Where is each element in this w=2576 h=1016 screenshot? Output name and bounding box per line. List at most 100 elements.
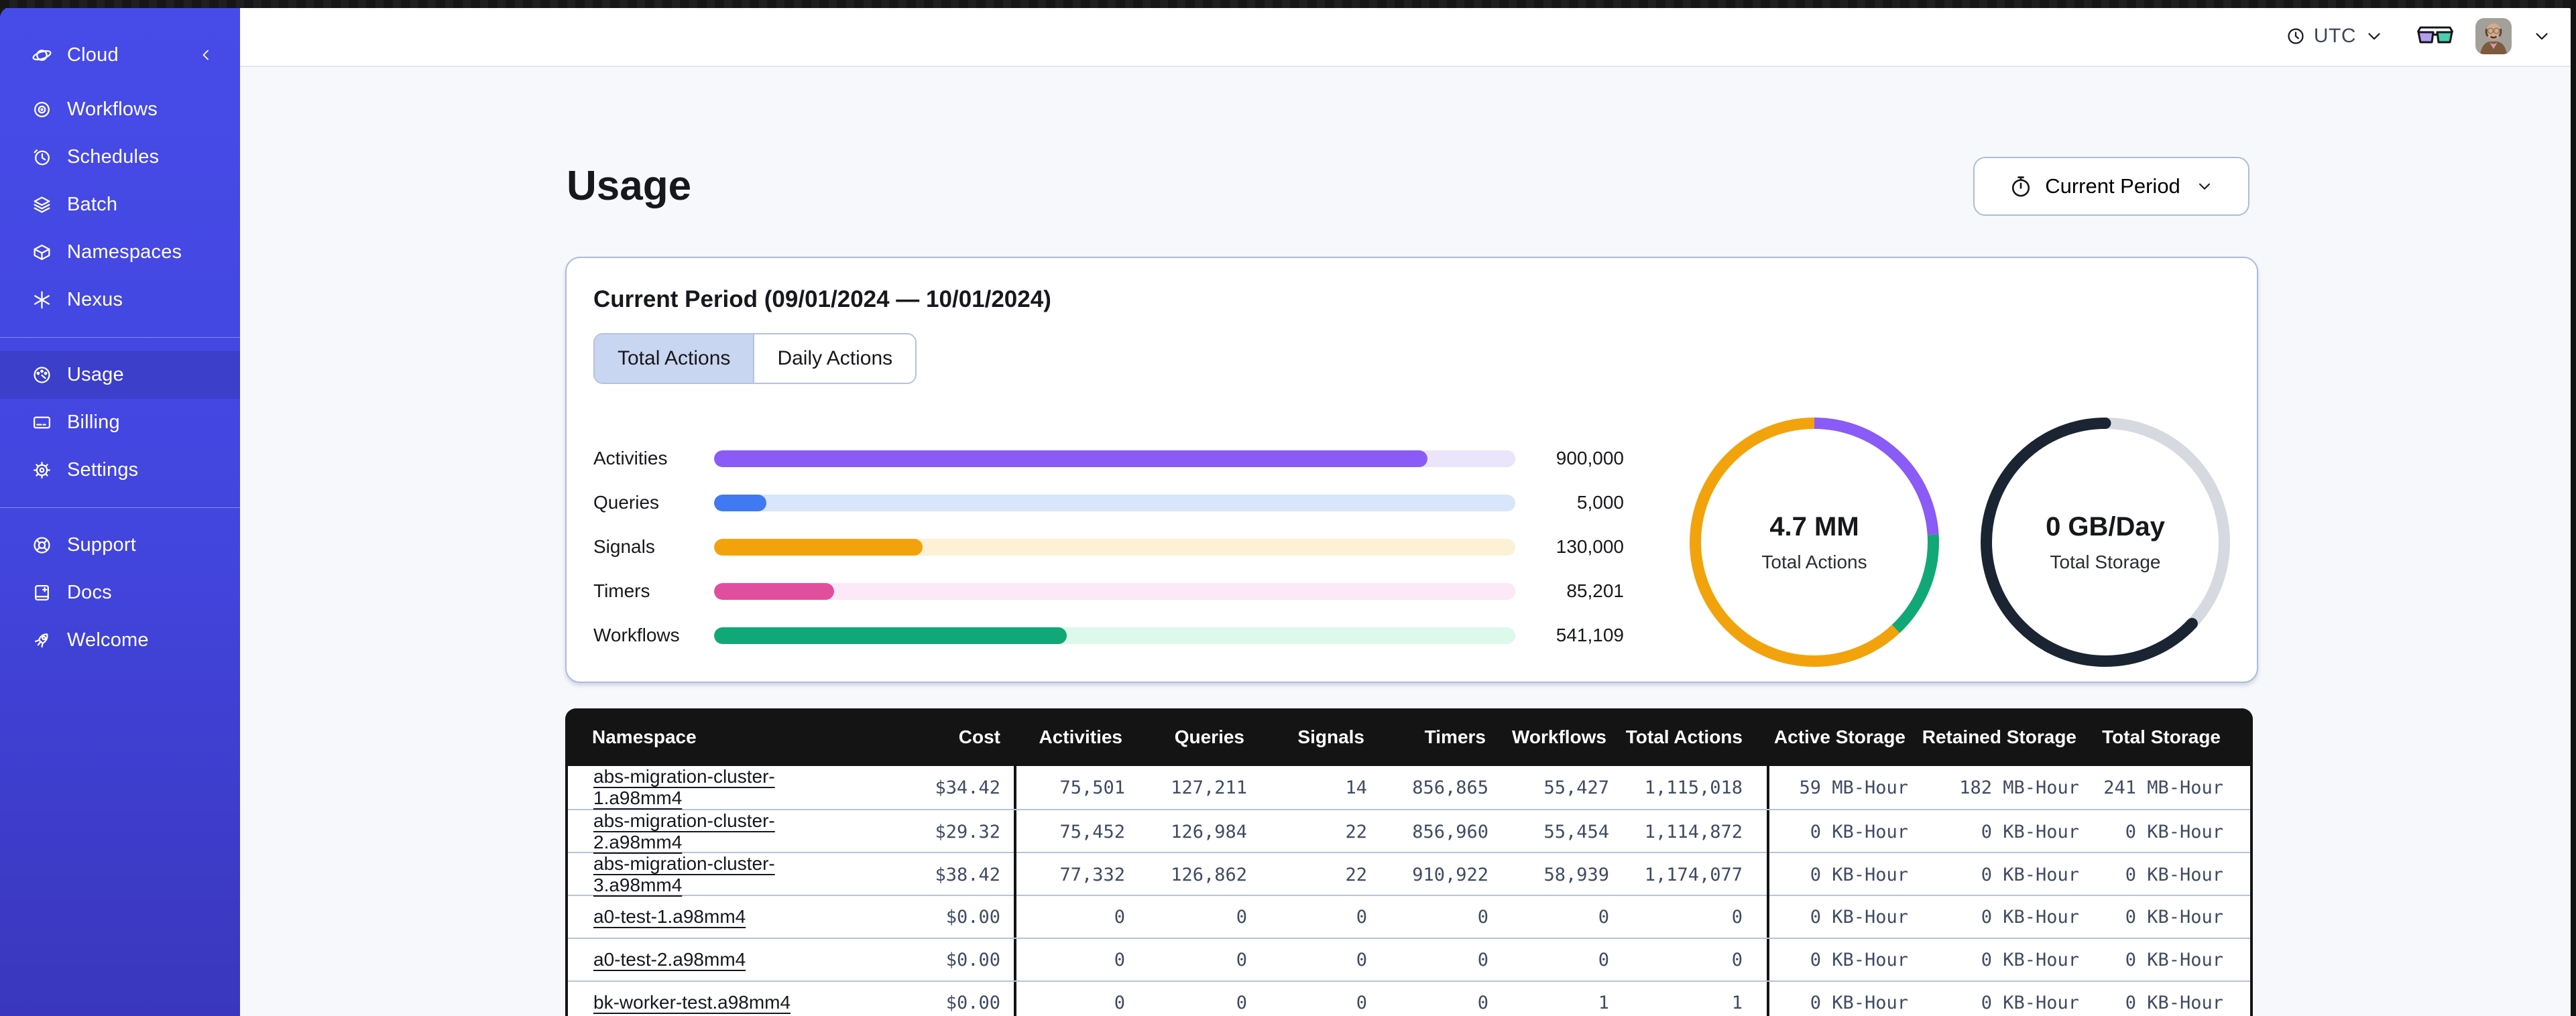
sidebar-item-label: Batch xyxy=(67,194,118,215)
clock-icon xyxy=(2286,26,2306,46)
billing-icon xyxy=(32,412,52,433)
sidebar-item-label: Schedules xyxy=(67,146,160,168)
cell-total-actions: 1,115,018 xyxy=(1615,766,1769,809)
cell-total-storage: 0 KB-Hour xyxy=(2125,864,2223,885)
cell-retained-storage: 0 KB-Hour xyxy=(1981,949,2079,970)
period-selector-button[interactable]: Current Period xyxy=(1973,157,2249,216)
cell-total-storage: 0 KB-Hour xyxy=(2125,821,2223,842)
glasses-icon[interactable] xyxy=(2415,21,2455,51)
bar-fill xyxy=(714,494,766,511)
sidebar-item-nexus[interactable]: Nexus xyxy=(0,276,240,324)
topbar: UTC xyxy=(240,7,2576,67)
donut-label: Total Actions xyxy=(1761,551,1867,572)
column-header-cost: Cost xyxy=(958,726,1000,747)
cell-workflows: 0 xyxy=(1598,906,1609,928)
sidebar-header-cloud[interactable]: Cloud xyxy=(0,36,240,74)
cell-active-storage: 0 KB-Hour xyxy=(1810,992,1908,1013)
namespace-link[interactable]: bk-worker-test.a98mm4 xyxy=(593,992,791,1013)
sidebar-item-schedules[interactable]: Schedules xyxy=(0,133,240,181)
table-row: bk-worker-test.a98mm4 $0.00 0 0 0 0 1 1 0 KB-Hou… xyxy=(568,980,2250,1016)
sidebar-item-label: Settings xyxy=(67,459,139,481)
sidebar-item-label: Usage xyxy=(67,364,124,385)
bar-label: Timers xyxy=(593,580,650,601)
table-row: a0-test-1.a98mm4 $0.00 0 0 0 0 0 0 0 KB-Hour 0 KB… xyxy=(568,895,2250,938)
sidebar-item-billing[interactable]: Billing xyxy=(0,399,240,446)
namespace-link[interactable]: a0-test-1.a98mm4 xyxy=(593,906,746,928)
bar-row-queries: Queries 5,000 xyxy=(593,481,1632,525)
sidebar-item-batch[interactable]: Batch xyxy=(0,181,240,229)
cell-activities: 75,452 xyxy=(1059,821,1125,842)
donut-label: Total Storage xyxy=(2050,551,2161,572)
cell-active-storage: 0 KB-Hour xyxy=(1810,949,1908,970)
sidebar-item-usage[interactable]: Usage xyxy=(0,351,240,399)
namespace-link[interactable]: a0-test-2.a98mm4 xyxy=(593,949,746,970)
account-menu-chevron-icon[interactable] xyxy=(2532,26,2552,46)
tab-total-actions[interactable]: Total Actions xyxy=(595,334,755,383)
usage-summary-card: Current Period (09/01/2024 — 10/01/2024)… xyxy=(565,257,2258,683)
sidebar-item-settings[interactable]: Settings xyxy=(0,446,240,494)
workflows-icon xyxy=(32,99,52,120)
column-header-queries: Queries xyxy=(1174,726,1244,747)
user-avatar[interactable] xyxy=(2475,18,2512,54)
support-icon xyxy=(32,535,52,556)
welcome-icon xyxy=(32,630,52,651)
sidebar-item-label: Nexus xyxy=(67,289,123,310)
namespace-link[interactable]: abs-migration-cluster-3.a98mm4 xyxy=(593,853,851,896)
cell-cost: $0.00 xyxy=(856,939,1016,980)
cell-active-storage: 0 KB-Hour xyxy=(1810,906,1908,928)
namespace-cell[interactable]: bk-worker-test.a98mm4 xyxy=(568,982,856,1016)
bar-fill xyxy=(714,538,923,556)
cell-workflows: 55,427 xyxy=(1543,777,1609,798)
sidebar-item-label: Welcome xyxy=(67,629,149,651)
namespace-cell[interactable]: abs-migration-cluster-1.a98mm4 xyxy=(568,766,856,809)
namespace-link[interactable]: abs-migration-cluster-1.a98mm4 xyxy=(593,766,851,809)
sidebar-item-support[interactable]: Support xyxy=(0,521,240,569)
cell-total-actions: 1 xyxy=(1615,982,1769,1016)
bar-label: Activities xyxy=(593,448,668,468)
chevron-left-icon[interactable] xyxy=(197,46,215,64)
cell-timers: 856,865 xyxy=(1412,777,1488,798)
sidebar-item-welcome[interactable]: Welcome xyxy=(0,617,240,664)
cell-workflows: 55,454 xyxy=(1543,821,1609,842)
cell-signals: 0 xyxy=(1356,906,1367,928)
chevron-down-icon xyxy=(2364,26,2384,46)
bar-track xyxy=(714,450,1515,467)
namespace-cell[interactable]: a0-test-2.a98mm4 xyxy=(568,939,856,980)
cell-activities: 0 xyxy=(1114,949,1125,970)
donut-total-storage: 0 GB/Day Total Storage xyxy=(1981,418,2230,667)
column-header-namespace: Namespace xyxy=(592,726,697,747)
sidebar-item-label: Namespaces xyxy=(67,241,182,263)
cell-queries: 126,862 xyxy=(1171,864,1247,885)
donut-value: 0 GB/Day xyxy=(2046,511,2165,542)
table-row: a0-test-2.a98mm4 $0.00 0 0 0 0 0 0 0 KB-Hour 0 KB… xyxy=(568,938,2250,980)
cell-retained-storage: 0 KB-Hour xyxy=(1981,906,2079,928)
nexus-icon xyxy=(32,290,52,310)
namespace-cell[interactable]: abs-migration-cluster-3.a98mm4 xyxy=(568,853,856,896)
table-row: abs-migration-cluster-3.a98mm4 $38.42 77,3… xyxy=(568,852,2250,896)
cell-timers: 910,922 xyxy=(1412,864,1488,885)
page-title: Usage xyxy=(567,163,692,209)
namespace-cell[interactable]: a0-test-1.a98mm4 xyxy=(568,896,856,938)
cell-queries: 126,984 xyxy=(1171,821,1247,842)
sidebar-item-workflows[interactable]: Workflows xyxy=(0,86,240,133)
cell-signals: 0 xyxy=(1356,949,1367,970)
actions-bar-chart: Activities 900,000 Queries 5,000 Signals 1… xyxy=(593,436,1632,667)
bar-fill xyxy=(714,627,1067,644)
bar-value: 900,000 xyxy=(1556,448,1624,468)
bar-track xyxy=(714,538,1515,556)
tab-daily-actions[interactable]: Daily Actions xyxy=(754,334,916,383)
sidebar-item-namespaces[interactable]: Namespaces xyxy=(0,229,240,276)
cell-workflows: 0 xyxy=(1598,949,1609,970)
cell-timers: 0 xyxy=(1477,906,1488,928)
namespace-link[interactable]: abs-migration-cluster-2.a98mm4 xyxy=(593,810,851,853)
sidebar-item-docs[interactable]: Docs xyxy=(0,569,240,617)
donut-center: 0 GB/Day Total Storage xyxy=(1981,418,2230,667)
schedules-icon xyxy=(32,147,52,168)
cell-timers: 856,960 xyxy=(1412,821,1488,842)
bar-value: 5,000 xyxy=(1576,492,1624,513)
timezone-selector[interactable]: UTC xyxy=(2286,25,2384,48)
column-header-total-actions: Total Actions xyxy=(1625,726,1743,747)
bar-row-workflows: Workflows 541,109 xyxy=(593,613,1632,657)
column-header-signals: Signals xyxy=(1297,726,1364,747)
namespace-cell[interactable]: abs-migration-cluster-2.a98mm4 xyxy=(568,810,856,853)
